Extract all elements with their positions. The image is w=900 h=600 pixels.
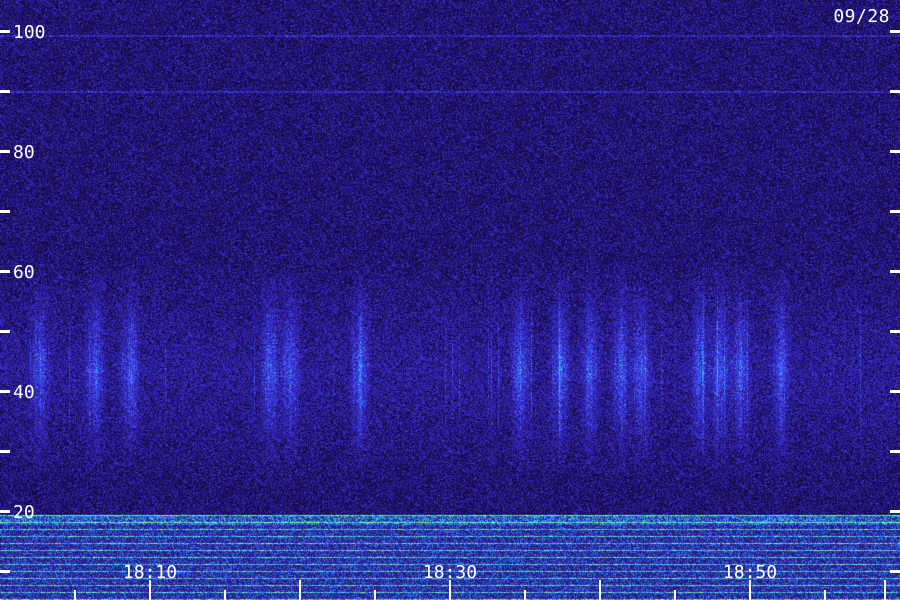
- date-label: 09/28: [833, 6, 890, 27]
- spectrogram-view: 100 80 60 40 20 18:10 18:30 18:50 09/28: [0, 0, 900, 600]
- spectrogram-canvas: [0, 0, 900, 600]
